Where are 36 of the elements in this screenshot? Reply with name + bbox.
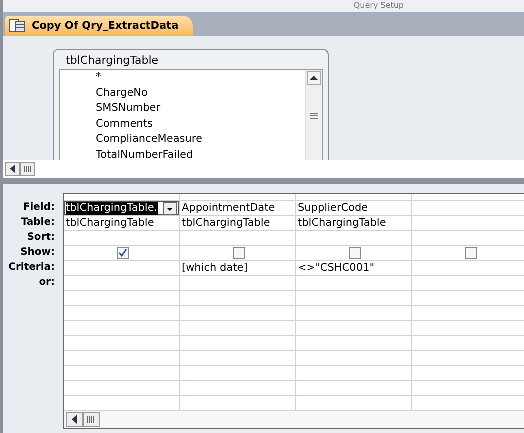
- field-item[interactable]: TotalNumberFailed: [96, 148, 305, 160]
- dropdown-icon[interactable]: [163, 202, 177, 214]
- show-checkbox[interactable]: [348, 247, 360, 259]
- horizontal-scrollbar[interactable]: [3, 160, 524, 178]
- field-item[interactable]: *: [96, 70, 305, 86]
- field-item[interactable]: SMSNumber: [96, 101, 305, 116]
- criteria-cell: <>"CSHC001": [298, 262, 375, 274]
- row-label: Field:: [22, 201, 55, 215]
- row-label: Show:: [20, 246, 55, 260]
- row-label: Criteria:: [8, 261, 55, 275]
- show-checkbox[interactable]: [232, 247, 244, 259]
- field-item[interactable]: ChargeNo: [96, 86, 305, 101]
- vertical-scrollbar[interactable]: [305, 70, 322, 160]
- row-label: Table:: [20, 216, 55, 230]
- show-checkbox[interactable]: [464, 247, 476, 259]
- field-cell[interactable]: SupplierCode: [296, 201, 411, 216]
- scroll-left-icon[interactable]: [5, 162, 35, 176]
- field-cell[interactable]: AppointmentDate: [180, 201, 295, 216]
- document-tab[interactable]: Copy Of Qry_ExtractData: [5, 16, 193, 36]
- scroll-grip-icon: [310, 113, 318, 119]
- scroll-left-icon[interactable]: [66, 412, 100, 427]
- query-icon: [9, 19, 25, 33]
- grid-horizontal-scrollbar[interactable]: [64, 411, 524, 428]
- table-cell: tblChargingTable: [182, 217, 270, 229]
- show-checkbox[interactable]: [116, 247, 128, 259]
- criteria-cell: [which date]: [182, 262, 248, 274]
- field-item[interactable]: Comments: [96, 116, 305, 132]
- scroll-up-icon[interactable]: [307, 71, 321, 85]
- row-label: Sort:: [26, 231, 55, 245]
- field-cell[interactable]: tblChargingTable.: [64, 201, 179, 216]
- table-title: tblChargingTable: [66, 54, 160, 67]
- field-item[interactable]: ComplianceMeasure: [96, 132, 305, 148]
- table-cell: tblChargingTable: [66, 217, 154, 229]
- row-label: or:: [38, 276, 55, 290]
- ribbon-group-label: Query Setup: [354, 0, 404, 12]
- table-cell: tblChargingTable: [298, 217, 386, 229]
